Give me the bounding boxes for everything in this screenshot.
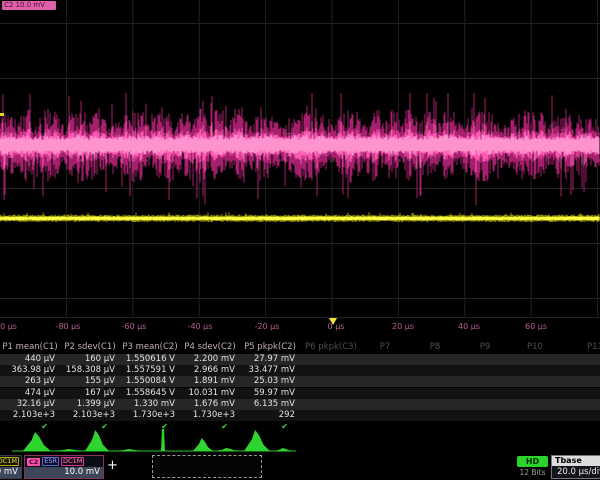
- param-column-header-p8[interactable]: P8: [410, 342, 460, 352]
- crosshair-cursor: +: [107, 459, 118, 472]
- c2-esr-badge: ESR: [42, 457, 59, 466]
- histicon-peak: [85, 430, 109, 451]
- measure-value-p2: 155 µV: [60, 376, 115, 387]
- measure-value-p3: 1.730e+3: [120, 410, 175, 421]
- measure-value-p4: 1.730e+3: [180, 410, 235, 421]
- param-column-header-p11[interactable]: P11: [565, 342, 600, 352]
- measure-stat-row: 263 µV 155 µV 1.550084 V 1.891 mV 25.03 mV: [0, 376, 600, 387]
- histicon-peak: [244, 430, 270, 451]
- measure-stat-row: 32.16 µV 1.399 µV 1.330 mV 1.676 mV 6.135 mV: [0, 399, 600, 410]
- measure-value-p5: 25.03 mV: [240, 376, 295, 387]
- measure-value-p1: 32.16 µV: [0, 399, 55, 410]
- measure-value-p3: 1.330 mV: [120, 399, 175, 410]
- measure-value-p3: 1.550084 V: [120, 376, 175, 387]
- measure-stat-row: 363.98 µV 158.308 µV 1.557591 V 2.966 mV 33.…: [0, 365, 600, 376]
- hd-bits-label: 12 Bits: [509, 468, 556, 477]
- time-axis-label: -20 µs: [255, 322, 280, 331]
- c1-vertical-scale: 10.0 mV: [0, 467, 21, 478]
- param-column-header-p2[interactable]: P2 sdev(C1): [60, 342, 120, 352]
- histicon-peak: [193, 438, 213, 451]
- measure-value-p4: 1.891 mV: [180, 376, 235, 387]
- measure-stat-row: 2.103e+3 2.103e+3 1.730e+3 1.730e+3 292: [0, 410, 600, 421]
- hd-mode-badge[interactable]: HD: [517, 456, 548, 467]
- param-column-header-p9[interactable]: P9: [460, 342, 510, 352]
- histicon-peak: [117, 449, 143, 451]
- measure-value-p2: 167 µV: [60, 388, 115, 399]
- measurement-table[interactable]: P1 mean(C1)P2 sdev(C1)P3 mean(C2)P4 sdev…: [0, 336, 600, 430]
- histicons: [0, 429, 600, 455]
- histicon-peak: [55, 449, 85, 451]
- time-axis-label: -60 µs: [122, 322, 147, 331]
- measure-value-p5: 6.135 mV: [240, 399, 295, 410]
- measure-value-p4: 2.200 mV: [180, 354, 235, 365]
- measure-value-p1: 2.103e+3: [0, 410, 55, 421]
- timebase-title: Tbase: [552, 456, 600, 466]
- histicon-peak: [161, 429, 165, 451]
- channel1-descriptor[interactable]: C1 DC1M 10.0 mV: [0, 455, 22, 479]
- param-column-header-p5[interactable]: P5 pkpk(C2): [240, 342, 300, 352]
- param-column-header-p7[interactable]: P7: [360, 342, 410, 352]
- time-axis-label: 0 µs: [328, 322, 345, 331]
- oscilloscope-screen: C2 10.0 mV -100 µs -80 µs -60 µs -40 µs -20 …: [0, 0, 600, 480]
- time-axis-label: 20 µs: [392, 322, 414, 331]
- param-column-header-p6[interactable]: P6 pkpk(C3): [302, 342, 360, 352]
- time-axis-label: -80 µs: [56, 322, 81, 331]
- measure-value-p2: 160 µV: [60, 354, 115, 365]
- measure-value-p2: 1.399 µV: [60, 399, 115, 410]
- measure-value-p1: 440 µV: [0, 354, 55, 365]
- measure-value-p2: 158.308 µV: [60, 365, 115, 376]
- trace-annotation-badge: C2 10.0 mV: [2, 1, 56, 10]
- c1-coupling-badge: DC1M: [0, 457, 19, 466]
- measure-value-p1: 363.98 µV: [0, 365, 55, 376]
- timebase-descriptor[interactable]: Tbase 20.0 µs/div: [551, 455, 600, 479]
- measure-value-p4: 1.676 mV: [180, 399, 235, 410]
- waveform-grid: [0, 0, 600, 318]
- measure-stat-row: 474 µV 167 µV 1.558645 V 10.031 mV 59.97 mV: [0, 388, 600, 399]
- channel2-descriptor[interactable]: C2 ESR DC1M 10.0 mV: [24, 455, 104, 479]
- param-column-header-p10[interactable]: P10: [510, 342, 560, 352]
- measure-value-p3: 1.558645 V: [120, 388, 175, 399]
- measure-value-p5: 59.97 mV: [240, 388, 295, 399]
- time-axis-label: 60 µs: [525, 322, 547, 331]
- measure-value-p1: 263 µV: [0, 376, 55, 387]
- time-axis: -100 µs -80 µs -60 µs -40 µs -20 µs 0 µs 20 µs…: [0, 318, 600, 336]
- measure-value-p2: 2.103e+3: [60, 410, 115, 421]
- add-trace-box[interactable]: [152, 455, 262, 478]
- measure-stat-row: 440 µV 160 µV 1.550616 V 2.200 mV 27.97 mV: [0, 354, 600, 365]
- measure-value-p5: 27.97 mV: [240, 354, 295, 365]
- time-axis-label: 40 µs: [458, 322, 480, 331]
- histicon-peak: [23, 432, 51, 451]
- measure-value-p5: 33.477 mV: [240, 365, 295, 376]
- channel-offset-marker: [0, 113, 4, 116]
- measure-value-p3: 1.557591 V: [120, 365, 175, 376]
- measure-value-p5: 292: [240, 410, 295, 421]
- time-axis-label: -40 µs: [188, 322, 213, 331]
- measure-value-p1: 474 µV: [0, 388, 55, 399]
- bottom-descriptor-bar: C1 DC1M 10.0 mV C2 ESR DC1M 10.0 mV + HD…: [0, 455, 600, 480]
- c2-vertical-scale: 10.0 mV: [25, 467, 103, 478]
- param-column-header-p4[interactable]: P4 sdev(C2): [180, 342, 240, 352]
- c2-label-badge: C2: [27, 458, 40, 466]
- histicon-peak: [275, 448, 293, 451]
- measure-value-p4: 10.031 mV: [180, 388, 235, 399]
- measure-value-p4: 2.966 mV: [180, 365, 235, 376]
- param-column-header-p1[interactable]: P1 mean(C1): [0, 342, 60, 352]
- param-column-header-p3[interactable]: P3 mean(C2): [120, 342, 180, 352]
- measure-value-p3: 1.550616 V: [120, 354, 175, 365]
- timebase-value: 20.0 µs/div: [552, 466, 600, 478]
- c2-coupling-badge: DC1M: [61, 457, 84, 466]
- time-axis-label: -100 µs: [0, 322, 17, 331]
- histicon-peak: [216, 448, 240, 451]
